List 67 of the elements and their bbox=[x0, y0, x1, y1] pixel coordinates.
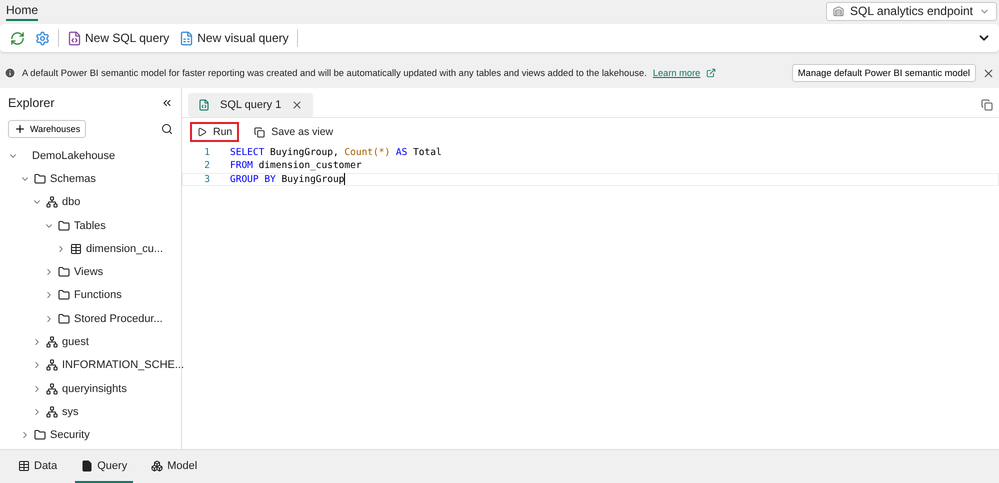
tree-item[interactable]: dbo bbox=[62, 196, 80, 208]
settings-icon bbox=[35, 30, 50, 46]
tree-item[interactable]: sys bbox=[62, 406, 78, 418]
view-tab[interactable]: Query bbox=[75, 450, 134, 483]
folder-icon bbox=[34, 172, 46, 185]
toolbar-button[interactable]: New visual query bbox=[177, 28, 291, 48]
copy-icon[interactable] bbox=[981, 98, 993, 110]
code-line: GROUP BY BuyingGroup bbox=[230, 174, 344, 185]
banner-message: A default Power BI semantic model for faster reporting was created and will be automatically updated with any tables and views added to the lakehouse. bbox=[22, 68, 647, 78]
tree-item[interactable]: DemoLakehouse bbox=[32, 150, 116, 162]
manage-model-button[interactable]: Manage default Power BI semantic model bbox=[792, 64, 976, 82]
tree-item[interactable]: Stored Procedur... bbox=[74, 312, 163, 325]
code-line: FROM dimension_customer bbox=[230, 160, 362, 172]
text-cursor bbox=[344, 173, 346, 186]
schema-icon bbox=[46, 359, 58, 372]
view-tab[interactable]: Data bbox=[12, 450, 64, 483]
folder-icon bbox=[58, 266, 70, 278]
folder-icon bbox=[58, 312, 70, 325]
line-number: 2 bbox=[203, 160, 211, 172]
tree-item[interactable]: queryinsights bbox=[62, 382, 127, 395]
tree-item[interactable]: Functions bbox=[74, 289, 122, 302]
tree-item[interactable]: dimension_cu... bbox=[86, 242, 164, 255]
query-tab[interactable]: SQL query 1 bbox=[188, 92, 314, 116]
tree-item[interactable]: INFORMATION_SCHE... bbox=[62, 359, 184, 372]
settings-button[interactable] bbox=[33, 28, 52, 48]
learn-more-link[interactable]: Learn more bbox=[652, 68, 700, 78]
schema-icon bbox=[46, 406, 58, 418]
tree-item[interactable]: Views bbox=[74, 266, 104, 278]
info-icon bbox=[4, 67, 16, 79]
external-link-icon bbox=[706, 68, 716, 78]
explorer-title: Explorer bbox=[8, 96, 55, 110]
sql-file-icon bbox=[198, 98, 210, 110]
document-icon bbox=[81, 460, 94, 472]
folder-icon bbox=[34, 429, 46, 442]
copy-icon bbox=[254, 126, 266, 138]
tree-item[interactable]: Schemas bbox=[50, 172, 96, 185]
line-number: 1 bbox=[203, 147, 211, 158]
plus-icon bbox=[14, 123, 26, 135]
schema-icon bbox=[46, 336, 58, 348]
run-button[interactable]: Run bbox=[190, 122, 240, 142]
collapse-icon[interactable] bbox=[161, 97, 173, 109]
schema-icon bbox=[46, 196, 58, 208]
refresh-icon bbox=[10, 30, 25, 46]
toolbar-button[interactable]: New SQL query bbox=[65, 28, 172, 48]
sql-file-icon bbox=[67, 30, 82, 46]
close-icon[interactable] bbox=[982, 66, 995, 80]
add-warehouses-button[interactable]: Warehouses bbox=[8, 120, 86, 138]
endpoint-dropdown[interactable]: SQL analytics endpoint bbox=[826, 2, 997, 20]
warehouse-icon bbox=[833, 6, 844, 16]
code-line: SELECT BuyingGroup, Count(*) AS Total bbox=[230, 147, 442, 158]
tree-item[interactable]: guest bbox=[62, 336, 89, 348]
folder-icon bbox=[58, 289, 70, 302]
view-tab[interactable]: Model bbox=[145, 450, 204, 483]
tree-item[interactable]: Security bbox=[50, 429, 90, 442]
folder-icon bbox=[58, 220, 70, 232]
line-number: 3 bbox=[203, 174, 211, 185]
close-icon[interactable] bbox=[291, 98, 304, 110]
schema-icon bbox=[46, 382, 58, 395]
table-icon bbox=[70, 242, 82, 255]
ribbon-tab[interactable]: Home bbox=[6, 1, 38, 21]
tree-item[interactable]: Tables bbox=[74, 220, 106, 232]
model-icon bbox=[151, 460, 164, 472]
play-icon bbox=[197, 127, 207, 137]
search-icon[interactable] bbox=[161, 123, 173, 135]
save-view-button[interactable]: Save as view bbox=[247, 122, 340, 142]
visual-file-icon bbox=[179, 30, 194, 46]
grid-icon bbox=[18, 460, 30, 472]
